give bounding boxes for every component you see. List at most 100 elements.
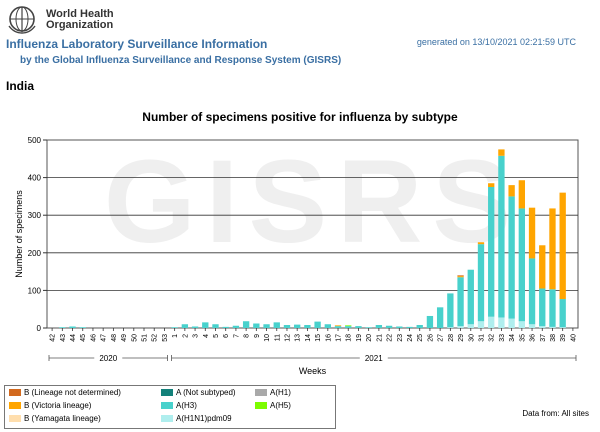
bar-segment	[467, 269, 474, 325]
bar-segment	[416, 324, 423, 328]
x-tick-label: 37	[540, 334, 547, 342]
bar-segment	[345, 325, 352, 327]
bar-segment	[69, 326, 76, 328]
legend-label: A(H3)	[176, 401, 197, 410]
bar-segment	[406, 326, 413, 328]
x-tick-label: 33	[499, 334, 506, 342]
bar-segment	[345, 326, 352, 328]
legend-label: B (Victoria lineage)	[24, 401, 92, 410]
bar-segment	[426, 315, 434, 328]
watermark-text: GISRS	[104, 136, 521, 268]
x-tick-label: 29	[458, 334, 465, 342]
logo-line-2: Organization	[46, 19, 114, 31]
x-tick-label: 48	[111, 334, 118, 342]
x-tick-label: 31	[478, 334, 485, 342]
bar-segment	[477, 244, 485, 322]
x-tick-label: 46	[90, 334, 97, 342]
bar-segment	[508, 196, 515, 319]
legend-item: A(H1)	[255, 388, 291, 397]
bar-segment	[549, 208, 556, 290]
bar-segment	[222, 326, 229, 328]
x-tick-label: 13	[295, 334, 302, 342]
x-tick-label: 23	[397, 334, 404, 342]
y-tick-label: 200	[28, 249, 42, 258]
bar-segment	[191, 326, 199, 328]
bar-segment	[385, 325, 393, 328]
legend-item: A (Not subtyped)	[161, 388, 236, 397]
bar-segment	[457, 326, 464, 328]
bar-segment	[273, 322, 280, 328]
x-tick-label: 39	[560, 334, 567, 342]
bar-segment	[528, 324, 536, 328]
x-tick-label: 12	[284, 334, 291, 342]
x-tick-label: 47	[101, 334, 108, 342]
country-label: India	[6, 79, 35, 93]
bar-segment	[518, 180, 526, 209]
bar-segment	[549, 326, 556, 328]
bar-segment	[324, 324, 331, 328]
x-tick-label: 28	[448, 334, 455, 342]
bar-segment	[457, 275, 464, 277]
x-tick-label: 42	[50, 334, 57, 342]
y-tick-label: 400	[28, 174, 42, 183]
x-tick-label: 36	[530, 334, 537, 342]
legend-swatch	[9, 389, 21, 396]
who-logo-text: World Health Organization	[46, 9, 114, 31]
x-tick-label: 53	[162, 334, 169, 342]
bar-segment	[283, 324, 291, 328]
bar-segment	[488, 316, 495, 328]
x-tick-label: 44	[70, 334, 77, 342]
x-tick-label: 8	[244, 334, 251, 338]
bar-segment	[488, 187, 495, 317]
x-tick-label: 32	[489, 334, 496, 342]
x-tick-label: 9	[254, 334, 261, 338]
x-tick-label: 27	[438, 334, 445, 342]
bar-segment	[498, 155, 505, 318]
bar-segment	[539, 245, 546, 289]
legend-label: A(H1)	[270, 388, 291, 397]
bar-segment	[314, 321, 321, 328]
bar-segment	[181, 324, 189, 328]
bar-segment	[457, 277, 464, 327]
legend-label: B (Yamagata lineage)	[24, 414, 101, 423]
y-tick-label: 0	[37, 324, 42, 333]
who-emblem-icon	[8, 6, 36, 34]
x-tick-label: 50	[131, 334, 138, 342]
x-tick-label: 35	[519, 334, 526, 342]
x-tick-label: 49	[121, 334, 128, 342]
x-tick-label: 4	[203, 334, 210, 338]
bar-segment	[365, 327, 372, 328]
year-label: 2021	[365, 354, 383, 363]
x-tick-label: 18	[346, 334, 353, 342]
bar-segment	[518, 321, 526, 328]
bar-segment	[559, 299, 566, 328]
legend-label: A(H5)	[270, 401, 291, 410]
bar-segment	[232, 325, 240, 328]
page-subtitle: by the Global Influenza Surveillance and…	[20, 55, 342, 66]
bar-segment	[202, 322, 209, 328]
bar-segment	[477, 321, 485, 328]
legend-item: A(H5)	[255, 401, 291, 410]
x-tick-label: 40	[570, 334, 577, 342]
chart-legend: B (Lineage not determined) A (Not subtype…	[4, 385, 336, 429]
x-tick-label: 2	[182, 334, 189, 338]
x-tick-label: 11	[274, 334, 281, 341]
x-tick-label: 30	[468, 334, 475, 342]
bar-segment	[212, 324, 219, 328]
legend-swatch	[255, 402, 267, 409]
bar-segment	[436, 307, 444, 328]
y-tick-label: 100	[28, 286, 42, 295]
x-tick-label: 26	[427, 334, 434, 342]
x-tick-label: 19	[356, 334, 363, 342]
legend-swatch	[9, 415, 21, 422]
bar-segment	[263, 324, 270, 328]
legend-swatch	[161, 402, 173, 409]
legend-item: A(H1N1)pdm09	[161, 414, 232, 423]
x-tick-label: 20	[366, 334, 373, 342]
bar-segment	[467, 324, 474, 328]
who-logo: World Health Organization	[6, 4, 156, 34]
bar-segment	[477, 242, 485, 245]
bar-segment	[457, 276, 464, 278]
x-tick-label: 22	[387, 334, 394, 342]
y-axis-label: Number of specimens	[14, 190, 24, 278]
